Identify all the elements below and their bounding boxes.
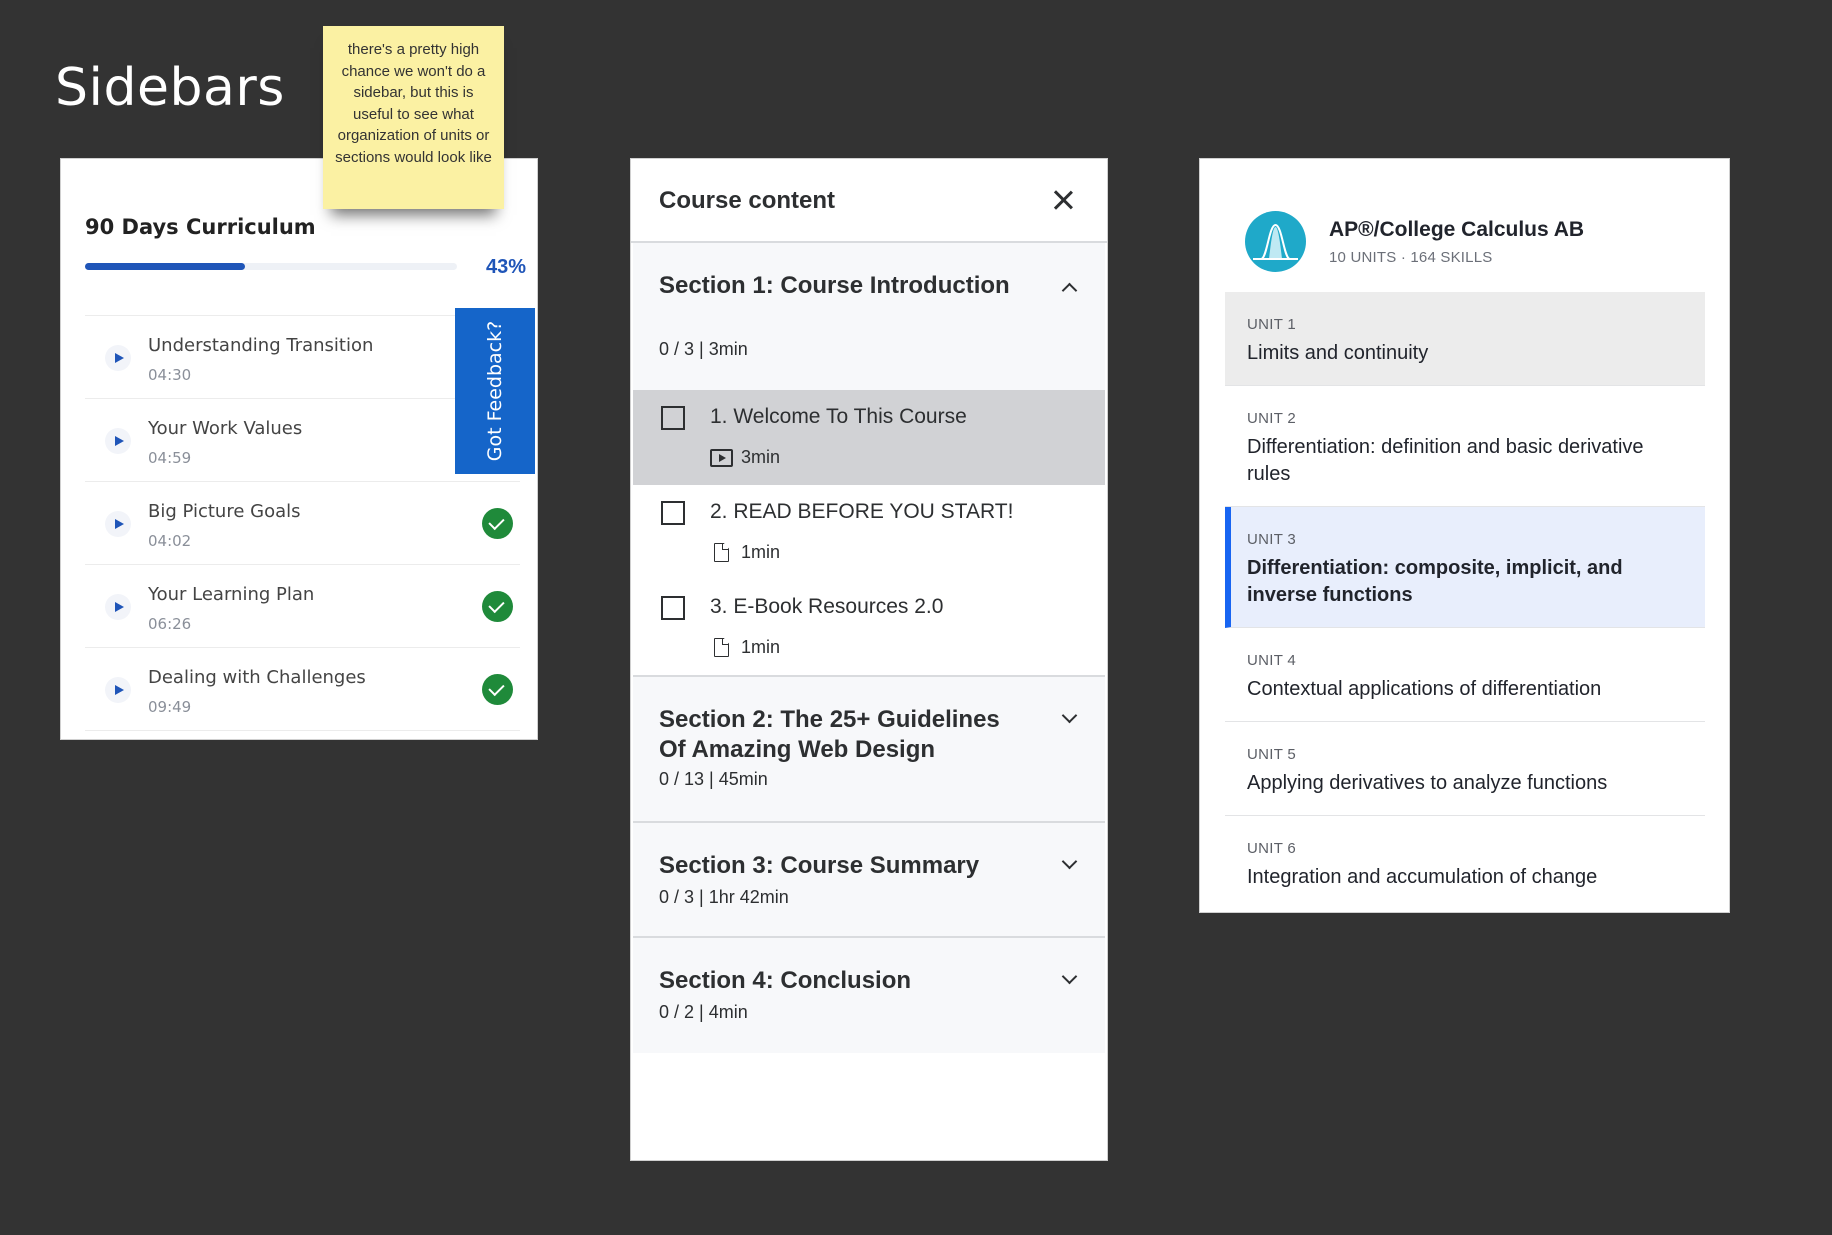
lecture-title: 3. E-Book Resources 2.0 [710,595,944,618]
unit-name: Differentiation: definition and basic de… [1247,436,1644,485]
curriculum-title: 90 Days Curriculum [85,215,316,239]
section-meta: 0 / 13 | 45min [659,769,768,789]
chevron-up-icon[interactable] [1061,282,1078,299]
section-meta: 0 / 3 | 1hr 42min [659,887,789,907]
chevron-down-icon[interactable] [1061,853,1078,870]
unit-item[interactable]: UNIT 4 Contextual applications of differ… [1225,628,1705,722]
course-content-header: Course content [631,159,1107,243]
unit-label: UNIT 5 [1247,746,1297,763]
progress-percent: 43% [486,256,527,278]
lecture-title: 2. READ BEFORE YOU START! [710,500,1014,523]
check-icon [482,674,513,705]
unit-name: Limits and continuity [1247,342,1429,364]
section-title: Section 4: Conclusion [659,967,912,994]
course-subtitle: 10 UNITS · 164 SKILLS [1329,249,1493,266]
lesson-name: Your Work Values [148,418,303,439]
unit-label: UNIT 3 [1247,531,1297,548]
course-content-title: Course content [659,187,836,214]
lesson-item[interactable]: Big Picture Goals 04:02 [85,482,520,565]
lecture-item[interactable]: 3. E-Book Resources 2.0 1min [633,580,1105,677]
unit-label: UNIT 2 [1247,410,1297,427]
lesson-duration: 04:30 [148,366,192,384]
course-logo-icon [1245,211,1306,272]
unit-item[interactable]: UNIT 2 Differentiation: definition and b… [1225,386,1705,507]
play-icon[interactable] [105,677,131,703]
unit-label: UNIT 1 [1247,316,1297,333]
units-sidebar: AP®/College Calculus AB 10 UNITS · 164 S… [1199,158,1730,913]
section-3[interactable]: Section 3: Course Summary 0 / 3 | 1hr 42… [633,823,1105,938]
video-icon [710,448,733,467]
lesson-name: Understanding Transition [148,335,374,356]
lecture-duration: 1min [741,542,781,562]
lecture-meta: 1min [710,637,780,658]
course-title: AP®/College Calculus AB [1329,218,1585,241]
chevron-down-icon[interactable] [1061,707,1078,724]
lecture-duration: 3min [741,447,781,467]
lecture-item[interactable]: 2. READ BEFORE YOU START! 1min [633,485,1105,580]
section-title: Section 2: The 25+ Guidelines Of Amazing… [659,706,1000,763]
section-meta: 0 / 2 | 4min [659,1002,748,1022]
lecture-checkbox[interactable] [661,596,685,620]
lecture-meta: 1min [710,542,780,563]
file-icon [714,638,729,657]
lecture-meta: 3min [710,447,780,468]
section-title: Section 3: Course Summary [659,852,980,879]
section-title: Section 1: Course Introduction [659,272,1010,299]
lesson-duration: 04:59 [148,449,192,467]
lecture-title: 1. Welcome To This Course [710,405,967,428]
section-4[interactable]: Section 4: Conclusion 0 / 2 | 4min [633,938,1105,1053]
play-icon[interactable] [105,594,131,620]
chevron-down-icon[interactable] [1061,968,1078,985]
section-meta: 0 / 3 | 3min [659,339,748,359]
curriculum-progress-bar [85,263,457,270]
lesson-duration: 09:49 [148,698,192,716]
unit-label: UNIT 6 [1247,840,1297,857]
check-icon [482,591,513,622]
lesson-duration: 04:02 [148,532,192,550]
section-2[interactable]: Section 2: The 25+ Guidelines Of Amazing… [633,677,1105,823]
lesson-duration: 06:26 [148,615,192,633]
feedback-tab[interactable]: Got Feedback? [455,308,535,474]
course-content-sidebar: Course content Section 1: Course Introdu… [630,158,1108,1161]
play-icon[interactable] [105,511,131,537]
unit-item-selected[interactable]: UNIT 3 Differentiation: composite, impli… [1225,507,1705,628]
check-icon [482,508,513,539]
unit-name: Differentiation: composite, implicit, an… [1247,557,1623,606]
unit-name: Contextual applications of differentiati… [1247,678,1602,700]
unit-item[interactable]: UNIT 6 Integration and accumulation of c… [1225,816,1705,910]
play-icon[interactable] [105,428,131,454]
unit-name: Integration and accumulation of change [1247,866,1598,888]
unit-item[interactable]: UNIT 1 Limits and continuity [1225,292,1705,386]
lesson-item[interactable]: Dealing with Challenges 09:49 [85,648,520,731]
play-icon[interactable] [105,345,131,371]
close-icon[interactable] [1052,189,1074,211]
curriculum-sidebar: 90 Days Curriculum 43% Understanding Tra… [60,158,538,740]
sticky-note: there's a pretty high chance we won't do… [323,26,504,209]
unit-label: UNIT 4 [1247,652,1297,669]
lecture-checkbox[interactable] [661,501,685,525]
lecture-checkbox[interactable] [661,406,685,430]
feedback-label: Got Feedback? [484,320,506,462]
file-icon [714,543,729,562]
lesson-name: Your Learning Plan [148,584,315,605]
progress-fill [85,263,245,270]
page-title: Sidebars [55,58,285,118]
lecture-duration: 1min [741,637,781,657]
lecture-item[interactable]: 1. Welcome To This Course 3min [633,390,1105,485]
lesson-name: Dealing with Challenges [148,667,366,688]
lesson-item[interactable]: Your Learning Plan 06:26 [85,565,520,648]
unit-name: Applying derivatives to analyze function… [1247,772,1608,794]
lesson-name: Big Picture Goals [148,501,301,522]
unit-item[interactable]: UNIT 5 Applying derivatives to analyze f… [1225,722,1705,816]
